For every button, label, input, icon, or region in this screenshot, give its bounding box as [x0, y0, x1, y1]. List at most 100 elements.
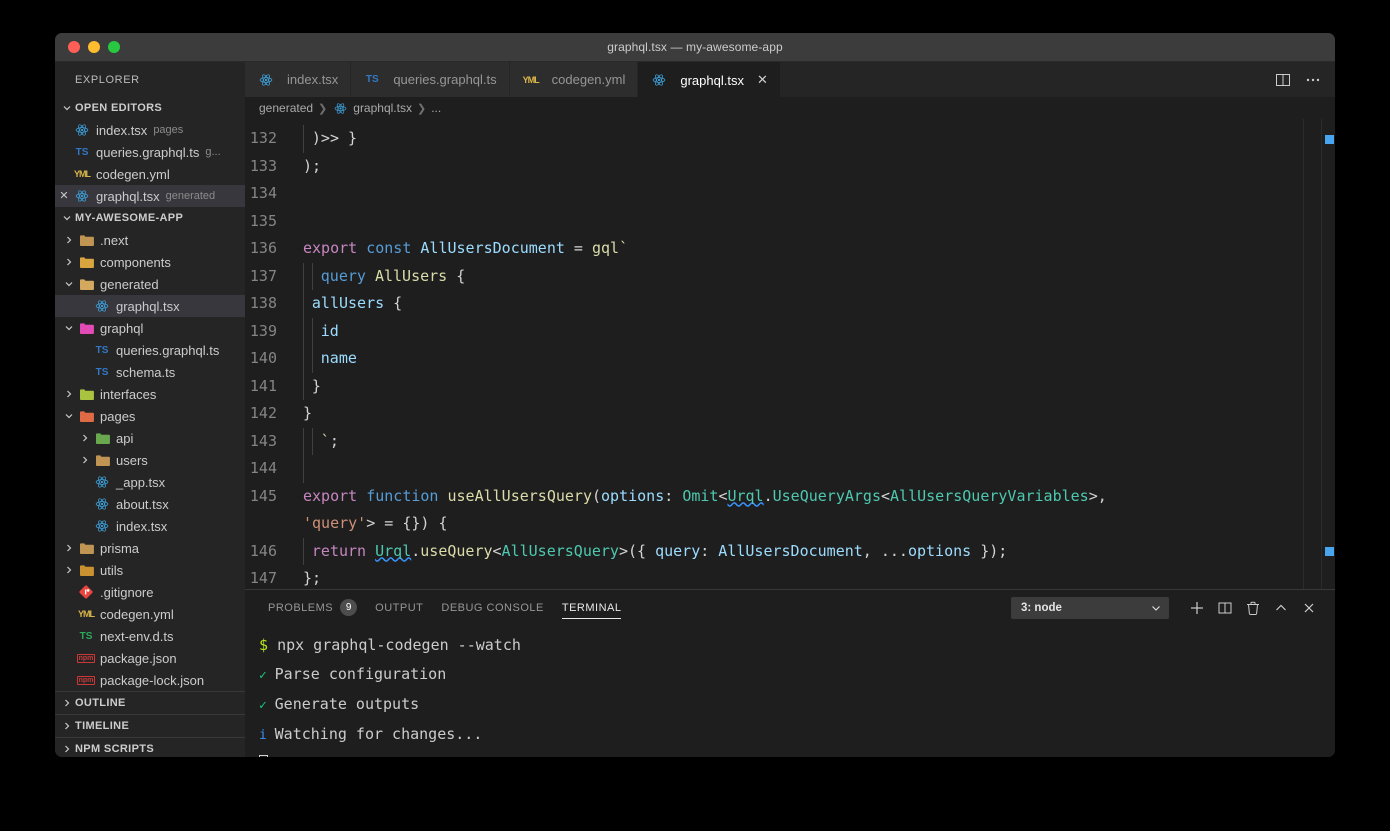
code-line[interactable]: 146 return Urql.useQuery<AllUsersQuery>({… [245, 537, 1303, 565]
chevron-right-icon[interactable] [61, 562, 77, 578]
chevron-down-icon[interactable] [61, 320, 77, 336]
tree-item-label: prisma [100, 540, 140, 556]
breadcrumb-item-generated[interactable]: generated [259, 101, 313, 115]
twisty-placeholder [77, 364, 93, 380]
code-line[interactable]: 144 [245, 455, 1303, 483]
terminal-selector[interactable]: 3: node [1011, 596, 1169, 619]
twisty-placeholder [61, 606, 77, 622]
code-content[interactable]: 132)>> } 133); 134 135 136 export const AllUs… [245, 119, 1303, 589]
section-timeline[interactable]: TIMELINE [55, 714, 245, 737]
close-editor-icon[interactable]: ✕ [55, 190, 73, 202]
split-editor-icon[interactable] [1275, 72, 1291, 88]
code-line[interactable]: 147}; [245, 565, 1303, 589]
tree-item-package-json[interactable]: npm package.json [55, 647, 245, 669]
panel-tab-label: PROBLEMS [268, 601, 334, 614]
chevron-right-icon[interactable] [61, 540, 77, 556]
open-editor-codegen-yml[interactable]: YML codegen.yml [55, 163, 245, 185]
tab-output[interactable]: OUTPUT [366, 590, 432, 625]
chevron-right-icon[interactable] [61, 232, 77, 248]
code-line[interactable]: 142} [245, 400, 1303, 428]
tab-terminal[interactable]: TERMINAL [553, 590, 631, 625]
code-line[interactable]: 138 allUsers { [245, 290, 1303, 318]
open-editor-graphql-tsx[interactable]: ✕ graphql.tsx generated [55, 185, 245, 207]
editor-tabbar: index.tsx TS queries.graphql.ts YML code… [245, 62, 1335, 97]
tab-index-tsx[interactable]: index.tsx [245, 62, 352, 97]
chevron-right-icon[interactable] [61, 254, 77, 270]
chevron-right-icon [59, 718, 75, 734]
yaml-icon: YML [78, 609, 95, 619]
code-line[interactable]: 136 export const AllUsersDocument = gql` [245, 235, 1303, 263]
overview-ruler[interactable] [1321, 119, 1335, 589]
breadcrumb-item-ellipsis[interactable]: ... [431, 101, 441, 115]
tab-debug-console[interactable]: DEBUG CONSOLE [432, 590, 552, 625]
twisty-placeholder [77, 298, 93, 314]
chevron-right-icon[interactable] [61, 386, 77, 402]
code-line[interactable]: 133); [245, 153, 1303, 181]
tree-item-schema-ts[interactable]: TS schema.ts [55, 361, 245, 383]
tree-item-about-tsx[interactable]: about.tsx [55, 493, 245, 515]
code-line[interactable]: 134 [245, 180, 1303, 208]
section-open-editors[interactable]: OPEN EDITORS [55, 97, 245, 119]
chevron-down-icon[interactable] [61, 276, 77, 292]
tree-item-graphql[interactable]: graphql [55, 317, 245, 339]
tree-item-queries-graphql-ts[interactable]: TS queries.graphql.ts [55, 339, 245, 361]
section-npm-scripts[interactable]: NPM SCRIPTS [55, 737, 245, 757]
chevron-down-icon[interactable] [61, 408, 77, 424]
tree-item-interfaces[interactable]: interfaces [55, 383, 245, 405]
tab-queries-graphql-ts[interactable]: TS queries.graphql.ts [351, 62, 510, 97]
section-my-awesome-app[interactable]: MY-AWESOME-APP [55, 207, 245, 229]
chevron-right-icon[interactable] [77, 430, 93, 446]
tree-item-app-tsx[interactable]: _app.tsx [55, 471, 245, 493]
split-terminal-icon[interactable] [1211, 596, 1239, 620]
maximize-panel-icon[interactable] [1267, 596, 1295, 620]
code-line[interactable]: 143 `; [245, 427, 1303, 455]
breadcrumb-item-graphql-tsx[interactable]: graphql.tsx [353, 101, 412, 115]
more-actions-icon[interactable] [1305, 72, 1321, 88]
code-line[interactable]: 135 [245, 208, 1303, 236]
tree-item-next-env-d-ts[interactable]: TS next-env.d.ts [55, 625, 245, 647]
tree-item-api[interactable]: api [55, 427, 245, 449]
tab-problems[interactable]: PROBLEMS 9 [259, 590, 366, 625]
code-viewport[interactable]: 132)>> } 133); 134 135 136 export const AllUs… [245, 119, 1335, 589]
open-editor-queries-graphql-ts[interactable]: TS queries.graphql.ts g... [55, 141, 245, 163]
tree-item-components[interactable]: components [55, 251, 245, 273]
tree-item-users[interactable]: users [55, 449, 245, 471]
code-line[interactable]: 137 query AllUsers { [245, 262, 1303, 290]
terminal-output[interactable]: $ npx graphql-codegen --watch ✓ Parse co… [245, 625, 1335, 757]
code-line[interactable]: 141} [245, 372, 1303, 400]
tab-codegen-yml[interactable]: YML codegen.yml [509, 62, 639, 97]
code-line[interactable]: 132)>> } [245, 125, 1303, 153]
terminal-line: $ npx graphql-codegen --watch [259, 631, 1335, 660]
close-icon[interactable]: ✕ [757, 72, 768, 88]
tree-item-graphql-tsx[interactable]: graphql.tsx [55, 295, 245, 317]
code-line[interactable]: 145 export function useAllUsersQuery(opti… [245, 483, 1303, 538]
overview-marker [1325, 135, 1334, 144]
open-editor-index-tsx[interactable]: index.tsx pages [55, 119, 245, 141]
folder-pages-icon [77, 408, 95, 424]
zoom-window-button[interactable] [108, 41, 120, 53]
tree-item-package-lock-json[interactable]: npm package-lock.json [55, 669, 245, 691]
tree-item-codegen-yml[interactable]: YML codegen.yml [55, 603, 245, 625]
tab-graphql-tsx[interactable]: graphql.tsx ✕ [638, 62, 781, 97]
yaml-icon: YML [74, 169, 91, 179]
new-terminal-icon[interactable] [1183, 596, 1211, 620]
kill-terminal-icon[interactable] [1239, 596, 1267, 620]
section-outline[interactable]: OUTLINE [55, 691, 245, 714]
tree-item-pages[interactable]: pages [55, 405, 245, 427]
close-panel-icon[interactable] [1295, 596, 1323, 620]
close-window-button[interactable] [68, 41, 80, 53]
tree-item-index-tsx[interactable]: index.tsx [55, 515, 245, 537]
tree-item-generated[interactable]: generated [55, 273, 245, 295]
minimize-window-button[interactable] [88, 41, 100, 53]
section-label: NPM SCRIPTS [75, 743, 155, 755]
code-line[interactable]: 139 id [245, 317, 1303, 345]
react-icon [93, 298, 111, 314]
code-line[interactable]: 140 name [245, 345, 1303, 373]
tree-item-next[interactable]: .next [55, 229, 245, 251]
tree-item-prisma[interactable]: prisma [55, 537, 245, 559]
tree-item-gitignore[interactable]: .gitignore [55, 581, 245, 603]
chevron-right-icon [59, 695, 75, 711]
tree-item-utils[interactable]: utils [55, 559, 245, 581]
code-text: `; [303, 427, 339, 455]
chevron-right-icon[interactable] [77, 452, 93, 468]
